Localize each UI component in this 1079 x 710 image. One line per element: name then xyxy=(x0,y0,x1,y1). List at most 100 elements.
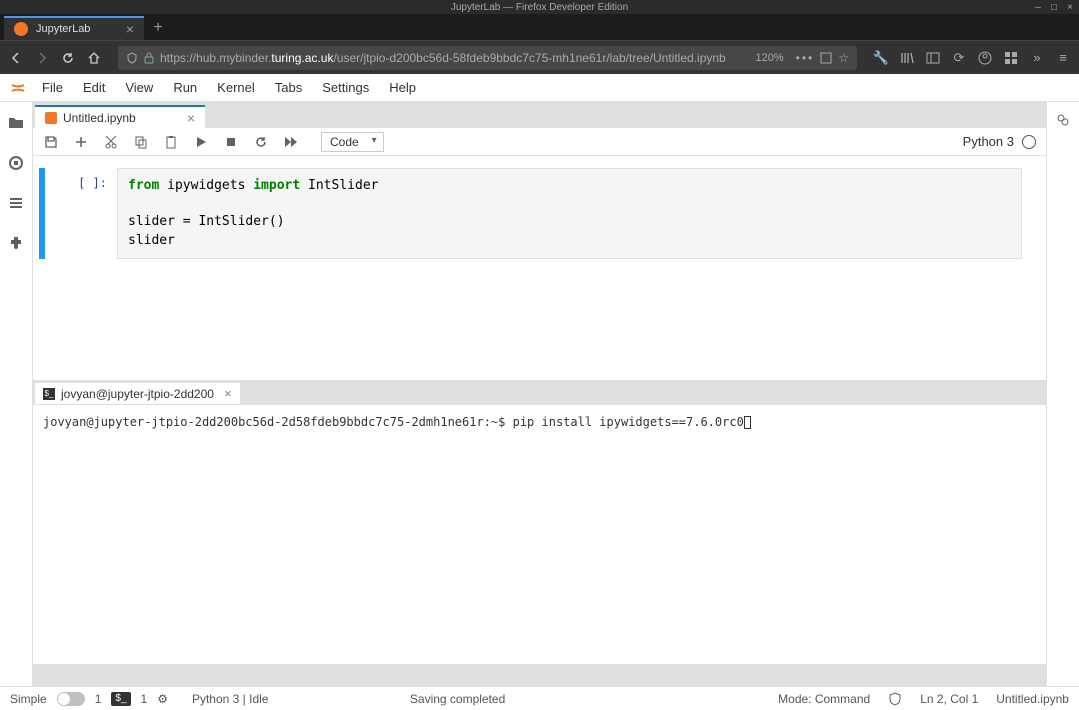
menu-settings[interactable]: Settings xyxy=(312,76,379,99)
simple-toggle[interactable] xyxy=(57,692,85,706)
os-titlebar: JupyterLab — Firefox Developer Edition –… xyxy=(0,0,1079,14)
cell-input[interactable]: from ipywidgets import IntSlider slider … xyxy=(117,168,1022,259)
kernel-name: Python 3 xyxy=(963,134,1014,149)
statusbar: Simple 1 $_ 1 ⚙ Python 3 | Idle Saving c… xyxy=(0,686,1079,710)
terminal-tab-close-icon[interactable]: × xyxy=(224,386,232,401)
close-window-icon[interactable]: × xyxy=(1065,2,1075,12)
url-prefix: https://hub.mybinder. xyxy=(160,51,271,65)
status-lsp-icon[interactable]: ⚙ xyxy=(157,692,168,706)
code-cell[interactable]: [ ]: from ipywidgets import IntSlider sl… xyxy=(39,168,1040,259)
jupyter-favicon-icon xyxy=(14,22,28,36)
notebook-tab[interactable]: Untitled.ipynb × xyxy=(35,105,205,128)
add-cell-icon[interactable] xyxy=(73,134,89,150)
terminal-icon: $_ xyxy=(43,388,55,400)
terminal-cursor xyxy=(744,416,751,429)
left-sidebar xyxy=(0,102,33,686)
back-icon[interactable] xyxy=(8,50,24,66)
terminal-body[interactable]: jovyan@jupyter-jtpio-2dd200bc56d-2d58fde… xyxy=(33,404,1046,664)
home-icon[interactable] xyxy=(86,50,102,66)
cut-icon[interactable] xyxy=(103,134,119,150)
zoom-badge[interactable]: 120% xyxy=(749,50,789,66)
status-filename[interactable]: Untitled.ipynb xyxy=(996,692,1069,706)
right-sidebar xyxy=(1046,102,1079,686)
more-icon[interactable]: ••• xyxy=(796,51,815,65)
celltype-select[interactable]: Code xyxy=(321,132,384,152)
account-icon[interactable] xyxy=(977,50,993,66)
browser-tab-active[interactable]: JupyterLab × xyxy=(4,16,144,40)
property-inspector-icon[interactable] xyxy=(1055,112,1071,128)
jl-menubar: File Edit View Run Kernel Tabs Settings … xyxy=(0,74,1079,102)
nb-tabstrip: Untitled.ipynb × xyxy=(33,102,1046,128)
menu-edit[interactable]: Edit xyxy=(73,76,115,99)
browser-toolbar-right: 🔧 ⟳ » ≡ xyxy=(873,50,1071,66)
tab-close-icon[interactable]: × xyxy=(126,21,134,37)
menu-view[interactable]: View xyxy=(115,76,163,99)
shield-icon xyxy=(126,52,138,64)
kernel-status-icon xyxy=(1022,135,1036,149)
notebook-icon xyxy=(45,112,57,124)
window-controls: – □ × xyxy=(1033,2,1075,12)
sidebar-icon[interactable] xyxy=(925,50,941,66)
minimize-icon[interactable]: – xyxy=(1033,2,1043,12)
cell-prompt: [ ]: xyxy=(47,168,117,259)
terminal-command: pip install ipywidgets==7.6.0rc0 xyxy=(513,415,744,429)
terminal-tabstrip: $_ jovyan@jupyter-jtpio-2dd200 × xyxy=(33,380,1046,404)
running-icon[interactable] xyxy=(7,154,25,172)
notebook-body[interactable]: [ ]: from ipywidgets import IntSlider sl… xyxy=(33,156,1046,380)
reload-icon[interactable] xyxy=(60,50,76,66)
url-host: turing.ac.uk xyxy=(271,51,333,65)
new-tab-button[interactable]: + xyxy=(144,16,172,40)
status-saving: Saving completed xyxy=(410,692,505,706)
terminal-tab[interactable]: $_ jovyan@jupyter-jtpio-2dd200 × xyxy=(35,382,240,404)
jupyter-logo-icon[interactable] xyxy=(4,78,32,98)
menu-help[interactable]: Help xyxy=(379,76,426,99)
browser-toolbar: https://hub.mybinder.turing.ac.uk/user/j… xyxy=(0,40,1079,74)
toc-icon[interactable] xyxy=(7,194,25,212)
browser-tab-title: JupyterLab xyxy=(36,23,90,35)
terminal-tab-title: jovyan@jupyter-jtpio-2dd200 xyxy=(61,387,214,401)
bookmark-icon[interactable]: ☆ xyxy=(838,51,849,65)
restart-icon[interactable] xyxy=(253,134,269,150)
extensions-icon[interactable] xyxy=(7,234,25,252)
status-kernel[interactable]: Python 3 | Idle xyxy=(192,692,269,706)
folder-icon[interactable] xyxy=(7,114,25,132)
notebook-tab-close-icon[interactable]: × xyxy=(187,110,195,126)
status-cursor[interactable]: Ln 2, Col 1 xyxy=(920,692,978,706)
library-icon[interactable] xyxy=(899,50,915,66)
status-simple-label: Simple xyxy=(10,692,47,706)
run-all-icon[interactable] xyxy=(283,134,299,150)
notebook-toolbar: Code Python 3 xyxy=(33,128,1046,156)
url-text: https://hub.mybinder.turing.ac.uk/user/j… xyxy=(160,51,743,65)
main-area: Untitled.ipynb × Code Python 3 xyxy=(33,102,1046,686)
lock-icon xyxy=(144,52,154,64)
url-bar[interactable]: https://hub.mybinder.turing.ac.uk/user/j… xyxy=(118,46,857,70)
browser-tabstrip: JupyterLab × + xyxy=(0,14,1079,40)
save-icon[interactable] xyxy=(43,134,59,150)
status-terminal-pill[interactable]: $_ xyxy=(111,692,130,706)
maximize-icon[interactable]: □ xyxy=(1049,2,1059,12)
menu-run[interactable]: Run xyxy=(163,76,207,99)
sync-icon[interactable]: ⟳ xyxy=(951,50,967,66)
status-term-count: 1 xyxy=(141,692,148,706)
status-trust-icon[interactable] xyxy=(888,692,902,706)
copy-icon[interactable] xyxy=(133,134,149,150)
menu-icon[interactable]: ≡ xyxy=(1055,50,1071,66)
reader-icon[interactable] xyxy=(820,52,832,64)
forward-icon[interactable] xyxy=(34,50,50,66)
run-icon[interactable] xyxy=(193,134,209,150)
menu-kernel[interactable]: Kernel xyxy=(207,76,265,99)
os-title: JupyterLab — Firefox Developer Edition xyxy=(451,2,628,13)
paste-icon[interactable] xyxy=(163,134,179,150)
menu-file[interactable]: File xyxy=(32,76,73,99)
grid-icon[interactable] xyxy=(1003,50,1019,66)
status-mode[interactable]: Mode: Command xyxy=(778,692,870,706)
stop-icon[interactable] xyxy=(223,134,239,150)
status-open-count: 1 xyxy=(95,692,102,706)
url-path: /user/jtpio-d200bc56d-58fdeb9bbdc7c75-mh… xyxy=(333,51,725,65)
devtools-icon[interactable]: 🔧 xyxy=(873,50,889,66)
menu-tabs[interactable]: Tabs xyxy=(265,76,312,99)
cell-collapser[interactable] xyxy=(39,168,45,259)
status-right: Mode: Command Ln 2, Col 1 Untitled.ipynb xyxy=(778,692,1069,706)
overflow-icon[interactable]: » xyxy=(1029,50,1045,66)
kernel-indicator[interactable]: Python 3 xyxy=(963,134,1036,149)
